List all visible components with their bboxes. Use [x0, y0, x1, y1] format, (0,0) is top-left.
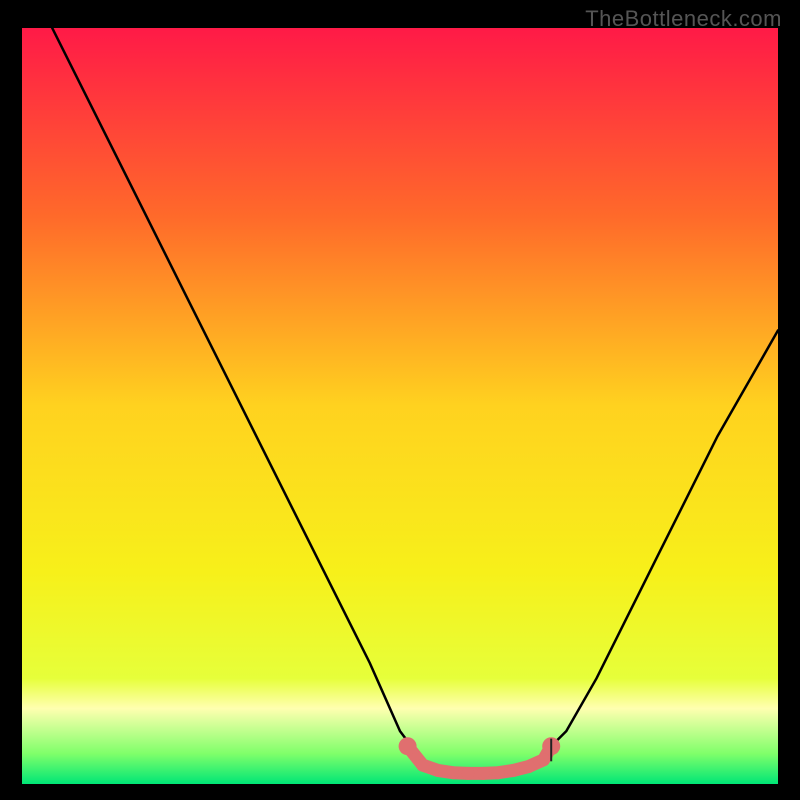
highlight-dot: [507, 764, 520, 777]
highlight-dot: [477, 767, 490, 780]
chart-plot-area: [22, 28, 778, 784]
chart-svg: [22, 28, 778, 784]
highlight-dot: [446, 766, 459, 779]
chart-frame: TheBottleneck.com: [0, 0, 800, 800]
highlight-dot: [416, 759, 429, 772]
highlight-dot: [537, 753, 550, 766]
highlight-end-dot: [399, 737, 417, 755]
highlight-dot: [522, 760, 535, 773]
highlight-dot: [431, 764, 444, 777]
chart-background-gradient: [22, 28, 778, 784]
watermark-text: TheBottleneck.com: [585, 6, 782, 32]
highlight-dot: [492, 766, 505, 779]
highlight-dot: [462, 767, 475, 780]
